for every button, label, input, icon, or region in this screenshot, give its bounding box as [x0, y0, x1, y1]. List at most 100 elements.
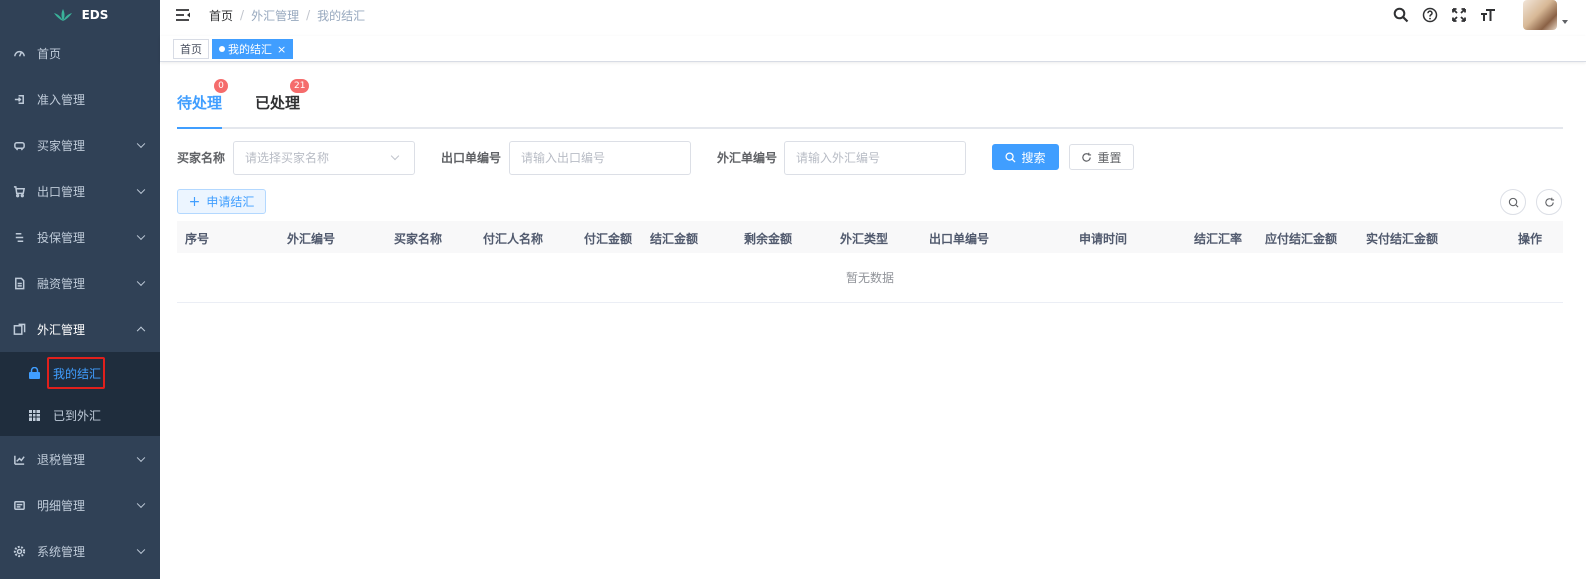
- search-icon[interactable]: [1393, 7, 1409, 23]
- tag-my-settlement[interactable]: 我的结汇 ×: [212, 39, 294, 59]
- status-tabs: 待处理 0 已处理 21: [177, 64, 1563, 129]
- active-dot-icon: [219, 46, 225, 52]
- tab-label: 已处理: [255, 94, 301, 112]
- sidebar-item-system[interactable]: 系统管理: [0, 528, 160, 574]
- help-icon[interactable]: [1422, 7, 1438, 23]
- column-header: 外汇编号: [287, 232, 336, 246]
- tab-label: 待处理: [177, 94, 223, 112]
- caret-down-icon[interactable]: [1562, 20, 1568, 24]
- list-icon: [12, 230, 26, 244]
- column-header: 实付结汇金额: [1366, 232, 1439, 246]
- column-header: 序号: [185, 232, 210, 246]
- reset-button-label: 重置: [1097, 150, 1122, 165]
- sidebar-item-tax-refund[interactable]: 退税管理: [0, 436, 160, 482]
- tab-badge: 21: [290, 79, 310, 93]
- login-icon: [12, 92, 26, 106]
- chevron-down-icon: [136, 231, 146, 241]
- sidebar: EDS 首页 准入管理 买家管理 出口管理 投保管理 融资管理 外汇管理 我的结…: [0, 0, 160, 579]
- breadcrumb: 首页 / 外汇管理 / 我的结汇: [209, 7, 365, 24]
- breadcrumb-separator: /: [240, 8, 245, 22]
- column-header: 付汇人名称: [483, 232, 544, 246]
- search-icon: [1508, 197, 1518, 207]
- sidebar-item-label: 明细管理: [37, 498, 86, 513]
- highlight-box: [47, 357, 105, 389]
- breadcrumb-home[interactable]: 首页: [209, 7, 233, 24]
- search-button-label: 搜索: [1021, 150, 1046, 165]
- sidebar-item-label: 退税管理: [37, 452, 86, 467]
- search-icon: [1005, 151, 1017, 163]
- header-tools: [1393, 0, 1568, 30]
- sidebar-item-details[interactable]: 明细管理: [0, 482, 160, 528]
- sidebar-item-label: 首页: [37, 46, 62, 61]
- font-size-icon[interactable]: [1480, 7, 1496, 23]
- settlement-table: 序号 外汇编号 买家名称 付汇人名称 付汇金额 结汇金额 剩余金额 外汇类型 出…: [177, 221, 1563, 303]
- sidebar-item-label: 外汇管理: [37, 322, 86, 337]
- export-no-label: 出口单编号: [441, 151, 502, 165]
- sidebar-item-label: 系统管理: [37, 544, 86, 559]
- sidebar-item-insurance[interactable]: 投保管理: [0, 214, 160, 260]
- fx-no-input[interactable]: [784, 141, 966, 175]
- empty-state: 暂无数据: [177, 253, 1563, 303]
- grid-icon: [28, 409, 41, 422]
- column-header: 出口单编号: [929, 232, 990, 246]
- reset-button[interactable]: 重置: [1069, 144, 1134, 170]
- chevron-down-icon: [136, 139, 146, 149]
- chevron-down-icon: [136, 499, 146, 509]
- column-header: 申请时间: [1079, 232, 1128, 246]
- sidebar-subitem-label: 已到外汇: [53, 408, 102, 423]
- fullscreen-icon[interactable]: [1451, 7, 1467, 23]
- tag-label: 我的结汇: [228, 43, 272, 56]
- column-header: 操作: [1518, 232, 1543, 246]
- tab-active-bar: [177, 127, 222, 129]
- column-header: 外汇类型: [840, 232, 889, 246]
- breadcrumb-current: 我的结汇: [317, 8, 366, 23]
- navbar: 首页 / 外汇管理 / 我的结汇: [160, 0, 1586, 30]
- lock-icon: [28, 366, 41, 380]
- breadcrumb-forex: 外汇管理: [251, 8, 300, 23]
- sidebar-item-label: 出口管理: [37, 184, 86, 199]
- refund-icon: [12, 452, 26, 466]
- main-content: 待处理 0 已处理 21 买家名称 出口单编号 外汇单编号 搜索 重置 + 申请…: [160, 64, 1586, 579]
- search-button[interactable]: 搜索: [992, 144, 1059, 170]
- gear-icon: [12, 544, 26, 558]
- filter-form: 买家名称 出口单编号 外汇单编号 搜索 重置: [177, 141, 1577, 175]
- sidebar-item-label: 投保管理: [37, 230, 86, 245]
- plus-icon: +: [188, 193, 201, 210]
- menu-fold-icon[interactable]: [175, 8, 191, 22]
- logo-text: EDS: [81, 8, 109, 22]
- lotus-logo-icon: [53, 9, 72, 21]
- chevron-down-icon: [136, 277, 146, 287]
- toggle-search-button[interactable]: [1500, 189, 1526, 215]
- sidebar-item-export[interactable]: 出口管理: [0, 168, 160, 214]
- sidebar-item-access[interactable]: 准入管理: [0, 76, 160, 122]
- tag-home[interactable]: 首页: [173, 39, 209, 59]
- sidebar-item-financing[interactable]: 融资管理: [0, 260, 160, 306]
- refresh-icon: [1544, 197, 1554, 207]
- buyer-select[interactable]: [233, 141, 415, 175]
- chevron-up-icon: [136, 326, 146, 336]
- tab-processed[interactable]: 已处理 21: [255, 79, 310, 113]
- sidebar-item-forex[interactable]: 外汇管理: [0, 306, 160, 352]
- table-header: 序号 外汇编号 买家名称 付汇人名称 付汇金额 结汇金额 剩余金额 外汇类型 出…: [177, 221, 1563, 253]
- sidebar-item-buyer[interactable]: 买家管理: [0, 122, 160, 168]
- sidebar-subitem-received-forex[interactable]: 已到外汇: [0, 394, 160, 436]
- refresh-icon: [1082, 152, 1092, 162]
- sidebar-item-home[interactable]: 首页: [0, 30, 160, 76]
- close-icon[interactable]: ×: [277, 43, 286, 56]
- breadcrumb-separator: /: [306, 8, 311, 22]
- apply-settlement-button[interactable]: + 申请结汇: [177, 189, 266, 214]
- sidebar-subitem-my-settlement[interactable]: 我的结汇: [0, 352, 160, 394]
- chevron-down-icon: [136, 453, 146, 463]
- avatar[interactable]: [1523, 0, 1557, 30]
- tab-pending[interactable]: 待处理 0: [177, 79, 228, 113]
- buyer-label: 买家名称: [177, 151, 226, 165]
- tag-label: 首页: [180, 43, 202, 56]
- sidebar-item-label: 融资管理: [37, 276, 86, 291]
- logo[interactable]: EDS: [0, 0, 160, 30]
- export-no-input[interactable]: [509, 141, 691, 175]
- tags-view: 首页 我的结汇 ×: [160, 36, 1586, 62]
- people-icon: [12, 138, 26, 152]
- refresh-table-button[interactable]: [1536, 189, 1562, 215]
- column-header: 结汇汇率: [1194, 232, 1243, 246]
- column-header: 剩余金额: [744, 232, 793, 246]
